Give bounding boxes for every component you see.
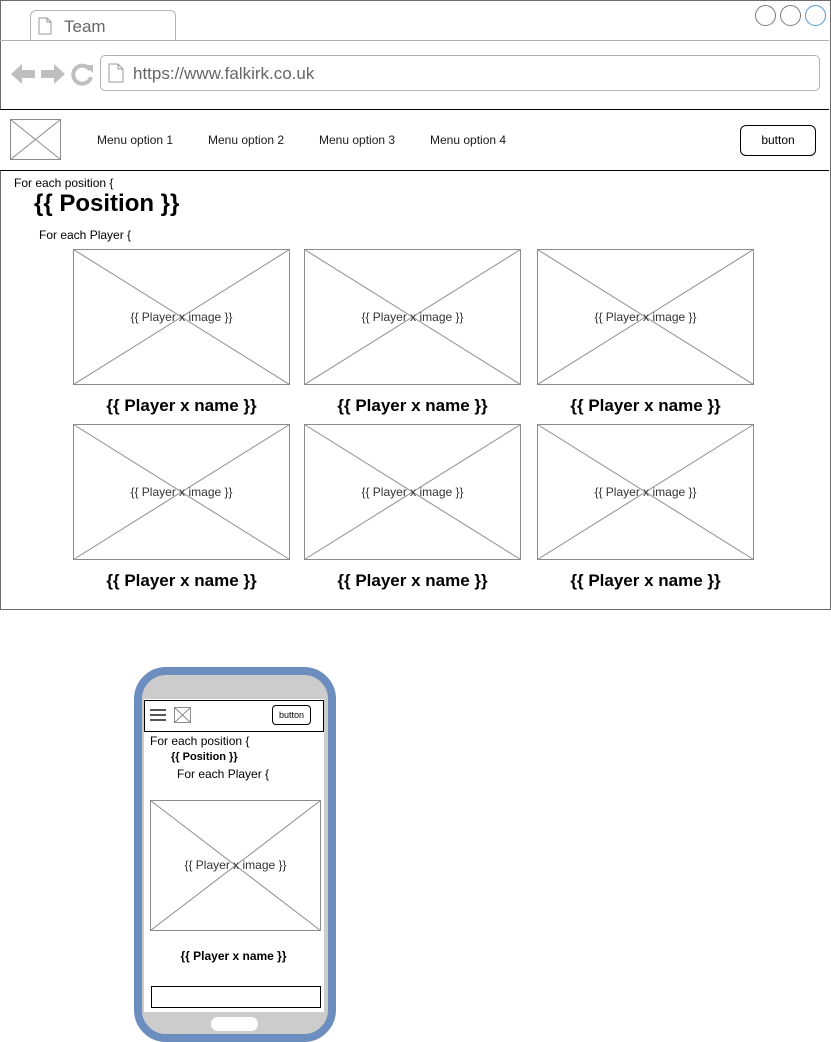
player-card[interactable]: {{ Player x image }} (73, 249, 290, 385)
nav-button[interactable]: button (740, 125, 816, 156)
position-heading: {{ Position }} (34, 190, 180, 217)
player-name: {{ Player x name }} (106, 396, 257, 415)
player-image-label: {{ Player x image }} (130, 310, 233, 324)
menu-option-4[interactable]: Menu option 4 (430, 133, 506, 147)
hamburger-menu-icon[interactable] (150, 709, 166, 721)
player-name: {{ Player x name }} (106, 571, 257, 590)
player-image-label: {{ Player x image }} (361, 485, 464, 499)
player-name: {{ Player x name }} (337, 396, 488, 415)
loop-position-label: For each position { (14, 176, 114, 190)
forward-arrow-icon[interactable] (40, 63, 66, 85)
player-image-label: {{ Player x image }} (594, 485, 697, 499)
position-heading: {{ Position }} (171, 751, 238, 763)
address-bar[interactable]: https://www.falkirk.co.uk (100, 55, 820, 91)
tab-strip-divider (0, 40, 829, 41)
tab-title: Team (64, 17, 106, 36)
menu-option-1[interactable]: Menu option 1 (97, 133, 173, 147)
loop-player-label: For each Player { (177, 767, 270, 781)
back-arrow-icon[interactable] (10, 63, 36, 85)
player-image-label: {{ Player x image }} (361, 310, 464, 324)
close-circle-icon[interactable] (805, 5, 826, 26)
logo-placeholder-icon[interactable] (174, 707, 191, 723)
player-card[interactable]: {{ Player x image }} (537, 249, 754, 385)
url-text: https://www.falkirk.co.uk (133, 64, 315, 83)
page-icon (38, 17, 52, 35)
player-name: {{ Player x name }} (180, 949, 287, 963)
player-image-label: {{ Player x image }} (184, 858, 287, 872)
menu-option-3[interactable]: Menu option 3 (319, 133, 395, 147)
mobile-footer-bar (151, 986, 321, 1008)
page-icon (108, 63, 124, 83)
menu-option-2[interactable]: Menu option 2 (208, 133, 284, 147)
player-image-label: {{ Player x image }} (594, 310, 697, 324)
mobile-nav-button[interactable]: button (272, 705, 311, 725)
player-card[interactable]: {{ Player x image }} (304, 424, 521, 560)
player-card[interactable]: {{ Player x image }} (537, 424, 754, 560)
maximize-circle-icon[interactable] (780, 5, 801, 26)
minimize-circle-icon[interactable] (755, 5, 776, 26)
player-name: {{ Player x name }} (570, 571, 721, 590)
loop-position-label: For each position { (150, 734, 250, 748)
logo-placeholder-icon[interactable] (10, 119, 61, 160)
browser-tab[interactable]: Team (30, 10, 176, 41)
loop-player-label: For each Player { (39, 228, 132, 242)
player-card[interactable]: {{ Player x image }} (304, 249, 521, 385)
player-card[interactable]: {{ Player x image }} (73, 424, 290, 560)
player-name: {{ Player x name }} (337, 571, 488, 590)
player-image-label: {{ Player x image }} (130, 485, 233, 499)
player-name: {{ Player x name }} (570, 396, 721, 415)
reload-icon[interactable] (71, 62, 95, 86)
player-card[interactable]: {{ Player x image }} (150, 800, 321, 931)
phone-home-button[interactable] (211, 1017, 258, 1031)
